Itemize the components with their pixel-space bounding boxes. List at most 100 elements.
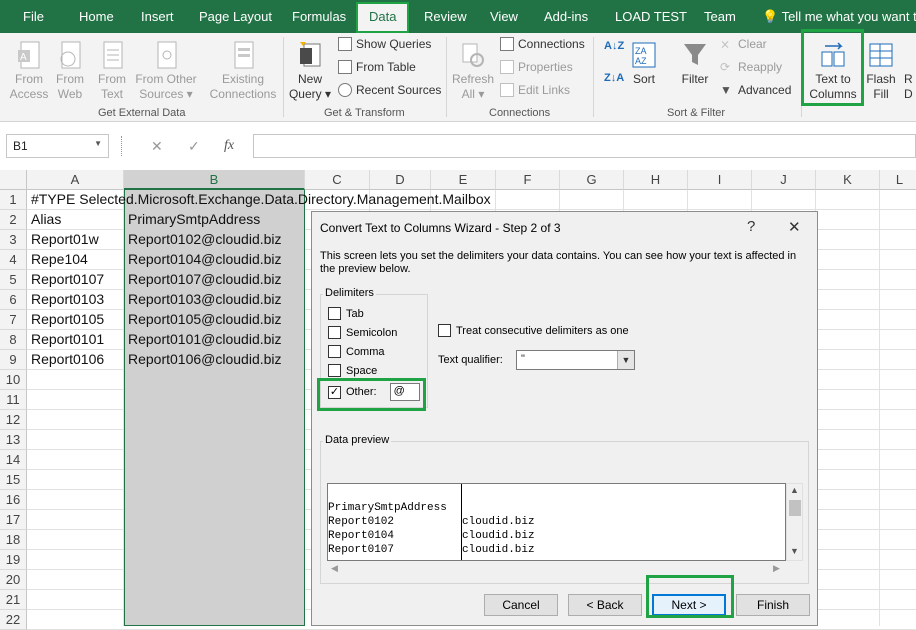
cell-a[interactable]: Report0106 bbox=[31, 349, 104, 369]
existing-connections-button[interactable]: Existing Connections bbox=[207, 40, 279, 102]
cell-b[interactable]: Report0104@cloudid.biz bbox=[128, 249, 282, 269]
properties-button[interactable]: Properties bbox=[500, 60, 573, 74]
semicolon-checkbox[interactable]: Semicolon bbox=[328, 326, 397, 339]
tab-data[interactable]: Data bbox=[355, 2, 410, 33]
scroll-up-icon[interactable]: ▲ bbox=[790, 485, 799, 495]
cell-a[interactable]: Report0105 bbox=[31, 309, 104, 329]
new-query-button[interactable]: New Query ▾ bbox=[288, 40, 332, 102]
cell-a[interactable]: Report0103 bbox=[31, 289, 104, 309]
tab-load-test[interactable]: LOAD TEST bbox=[615, 9, 687, 24]
cell-a1[interactable]: #TYPE Selected.Microsoft.Exchange.Data.D… bbox=[31, 189, 491, 209]
row-header[interactable]: 2 bbox=[0, 210, 27, 230]
cell-b[interactable]: Report0101@cloudid.biz bbox=[128, 329, 282, 349]
cell-b[interactable]: Report0103@cloudid.biz bbox=[128, 289, 282, 309]
column-header[interactable]: F bbox=[496, 170, 560, 190]
column-header[interactable]: A bbox=[27, 170, 124, 190]
row-header[interactable]: 8 bbox=[0, 330, 27, 350]
cell-b[interactable]: Report0105@cloudid.biz bbox=[128, 309, 282, 329]
cell-b[interactable]: Report0106@cloudid.biz bbox=[128, 349, 282, 369]
reapply-button[interactable]: ⟳ Reapply bbox=[720, 60, 782, 74]
back-button[interactable]: < Back bbox=[568, 594, 642, 616]
sort-z-a-button[interactable]: Z↓A bbox=[604, 72, 624, 84]
select-all-corner[interactable] bbox=[0, 170, 27, 190]
remove-duplicates-button[interactable]: RD bbox=[904, 72, 916, 102]
row-header[interactable]: 13 bbox=[0, 430, 27, 450]
row-header[interactable]: 20 bbox=[0, 570, 27, 590]
comma-checkbox[interactable]: Comma bbox=[328, 345, 385, 358]
edit-links-button[interactable]: Edit Links bbox=[500, 83, 570, 97]
row-header[interactable]: 4 bbox=[0, 250, 27, 270]
cell-b[interactable]: Report0102@cloudid.biz bbox=[128, 229, 282, 249]
sort-a-z-button[interactable]: A↓Z bbox=[604, 40, 624, 52]
row-header[interactable]: 15 bbox=[0, 470, 27, 490]
recent-sources-button[interactable]: Recent Sources bbox=[338, 83, 441, 97]
row-header[interactable]: 14 bbox=[0, 450, 27, 470]
connections-button[interactable]: Connections bbox=[500, 37, 585, 51]
tell-me-box[interactable]: 💡 Tell me what you want to bbox=[762, 9, 916, 25]
column-header[interactable]: I bbox=[688, 170, 752, 190]
column-header[interactable]: G bbox=[560, 170, 624, 190]
row-header[interactable]: 1 bbox=[0, 190, 27, 210]
flash-fill-button[interactable]: Flash Fill bbox=[864, 40, 898, 102]
cell-a[interactable]: Report01w bbox=[31, 229, 99, 249]
column-header[interactable]: K bbox=[816, 170, 880, 190]
enter-entry-icon[interactable]: ✓ bbox=[188, 138, 200, 155]
from-other-sources-button[interactable]: From Other Sources ▾ bbox=[134, 40, 198, 102]
column-header[interactable]: C bbox=[305, 170, 370, 190]
row-header[interactable]: 6 bbox=[0, 290, 27, 310]
cell-a[interactable]: Report0107 bbox=[31, 269, 104, 289]
from-access-button[interactable]: A From Access bbox=[8, 40, 50, 102]
advanced-filter-button[interactable]: ▼ Advanced bbox=[720, 83, 791, 97]
from-table-button[interactable]: From Table bbox=[338, 60, 416, 74]
scroll-left-icon[interactable]: ◀ bbox=[331, 563, 338, 574]
column-header[interactable]: E bbox=[431, 170, 496, 190]
space-checkbox[interactable]: Space bbox=[328, 364, 377, 377]
column-header[interactable]: L bbox=[880, 170, 916, 190]
row-header[interactable]: 17 bbox=[0, 510, 27, 530]
row-header[interactable]: 5 bbox=[0, 270, 27, 290]
finish-button[interactable]: Finish bbox=[736, 594, 810, 616]
column-header[interactable]: D bbox=[370, 170, 431, 190]
tab-view[interactable]: View bbox=[490, 9, 518, 24]
cell-a[interactable]: Alias bbox=[31, 209, 61, 229]
cell-a[interactable]: Repe104 bbox=[31, 249, 88, 269]
scroll-thumb[interactable] bbox=[789, 500, 801, 516]
column-header[interactable]: J bbox=[752, 170, 816, 190]
filter-button[interactable]: Filter bbox=[677, 40, 713, 87]
consecutive-delimiters-checkbox[interactable]: Treat consecutive delimiters as one bbox=[438, 324, 629, 337]
cancel-button[interactable]: Cancel bbox=[484, 594, 558, 616]
tab-file[interactable]: File bbox=[23, 9, 44, 24]
row-header[interactable]: 18 bbox=[0, 530, 27, 550]
row-header[interactable]: 21 bbox=[0, 590, 27, 610]
from-web-button[interactable]: From Web bbox=[51, 40, 89, 102]
help-icon[interactable]: ? bbox=[747, 218, 755, 235]
row-header[interactable]: 22 bbox=[0, 610, 27, 630]
preview-vertical-scrollbar[interactable]: ▲ ▼ bbox=[786, 483, 803, 561]
formula-input[interactable] bbox=[253, 134, 916, 158]
close-icon[interactable]: ✕ bbox=[788, 218, 801, 236]
sort-button[interactable]: ZA AZ Sort bbox=[628, 40, 660, 87]
name-box[interactable]: B1 ▼ bbox=[6, 134, 109, 158]
tab-review[interactable]: Review bbox=[424, 9, 467, 24]
row-header[interactable]: 10 bbox=[0, 370, 27, 390]
row-header[interactable]: 11 bbox=[0, 390, 27, 410]
column-header[interactable]: H bbox=[624, 170, 688, 190]
insert-function-icon[interactable]: fx bbox=[224, 138, 234, 154]
tab-formulas[interactable]: Formulas bbox=[292, 9, 346, 24]
cell-b[interactable]: Report0107@cloudid.biz bbox=[128, 269, 282, 289]
row-header[interactable]: 12 bbox=[0, 410, 27, 430]
tab-add-ins[interactable]: Add-ins bbox=[544, 9, 588, 24]
clear-filter-button[interactable]: ⨯ Clear bbox=[720, 37, 767, 51]
tab-page-layout[interactable]: Page Layout bbox=[199, 9, 272, 24]
scroll-down-icon[interactable]: ▼ bbox=[790, 546, 799, 556]
text-qualifier-select[interactable]: " ▼ bbox=[516, 350, 635, 370]
tab-insert[interactable]: Insert bbox=[141, 9, 174, 24]
cell-a[interactable]: Report0101 bbox=[31, 329, 104, 349]
scroll-right-icon[interactable]: ▶ bbox=[773, 563, 780, 574]
row-header[interactable]: 19 bbox=[0, 550, 27, 570]
cancel-entry-icon[interactable]: ✕ bbox=[151, 138, 163, 155]
refresh-all-button[interactable]: Refresh All ▾ bbox=[451, 40, 495, 102]
cell-b[interactable]: PrimarySmtpAddress bbox=[128, 209, 260, 229]
column-header[interactable]: B bbox=[124, 170, 305, 190]
row-header[interactable]: 9 bbox=[0, 350, 27, 370]
